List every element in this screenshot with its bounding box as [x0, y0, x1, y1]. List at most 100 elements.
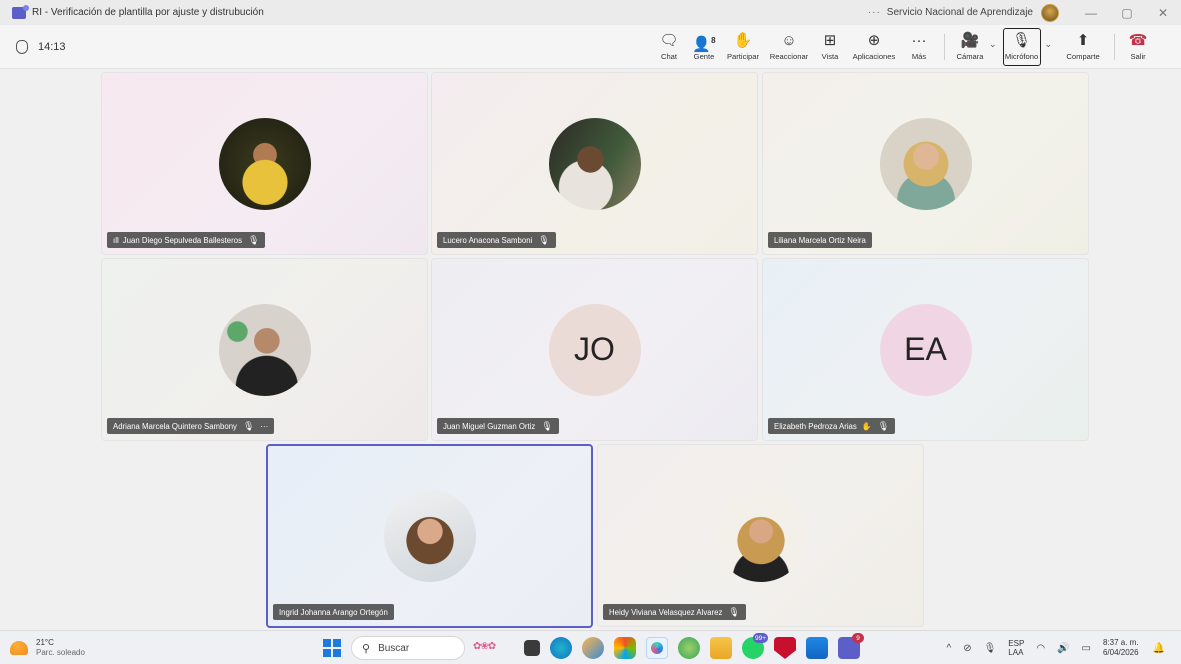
xbox-icon[interactable] — [678, 637, 700, 659]
people-button[interactable]: 👤8 Gente — [686, 25, 722, 69]
toolbar-divider — [944, 34, 945, 60]
taskbar-search[interactable]: ⚲ Buscar — [351, 636, 465, 660]
browser-icon[interactable] — [582, 637, 604, 659]
meeting-timer: 14:13 — [16, 39, 66, 54]
start-button[interactable] — [323, 639, 341, 657]
react-button[interactable]: ☺ Reaccionar — [764, 25, 814, 69]
profile-avatar[interactable] — [1041, 3, 1059, 22]
copilot-icon[interactable] — [646, 637, 668, 659]
mic-muted-icon: 🎙 — [728, 606, 740, 617]
mcafee-icon[interactable] — [774, 637, 796, 659]
share-button[interactable]: ⬆ Comparte — [1060, 25, 1106, 69]
participant-tile[interactable]: ıll Juan Diego Sepulveda Ballesteros 🎙 — [101, 72, 428, 255]
more-button[interactable]: ··· Más — [902, 25, 936, 69]
chat-button[interactable]: 🗨 Chat — [652, 25, 686, 69]
participant-nameplate: Elizabeth Pedroza Arias ✋ 🎙 — [768, 418, 896, 434]
weather-temp: 21°C — [36, 637, 54, 647]
file-explorer-icon[interactable] — [710, 637, 732, 659]
participant-name: Juan Diego Sepulveda Ballesteros — [122, 235, 242, 245]
chevron-up-icon[interactable]: ^ — [947, 643, 952, 654]
participant-tile[interactable]: Lucero Anacona Samboni 🎙 — [431, 72, 758, 255]
whatsapp-icon[interactable]: 99+ — [742, 633, 768, 659]
participant-avatar — [218, 117, 311, 210]
participant-tile-active-speaker[interactable]: Ingrid Johanna Arango Ortegón — [266, 444, 593, 628]
wifi-icon[interactable]: ◠ — [1036, 643, 1045, 654]
participant-tile[interactable]: Heidy Viviana Velasquez Alvarez 🎙 — [597, 444, 924, 627]
teams-badge: 9 — [852, 633, 864, 643]
participant-name: Adriana Marcela Quintero Sambony — [113, 421, 237, 431]
participant-nameplate: Lucero Anacona Samboni 🎙 — [437, 232, 556, 248]
task-view-icon[interactable] — [524, 640, 540, 656]
participant-nameplate: Adriana Marcela Quintero Sambony 🎙 ··· — [107, 418, 275, 434]
hang-up-icon: ☎ — [1128, 32, 1148, 49]
timer-text: 14:13 — [38, 40, 66, 53]
mic-muted-icon: 🎙 — [541, 420, 553, 431]
window-title: RI - Verificación de plantilla por ajust… — [32, 7, 264, 18]
toolbar-divider — [1114, 34, 1116, 60]
participant-initials: EA — [879, 303, 972, 396]
participant-nameplate: Liliana Marcela Ortiz Neira — [768, 232, 872, 248]
restore-icon[interactable]: ▢ — [1109, 6, 1145, 20]
volume-icon[interactable]: 🔊 — [1057, 643, 1069, 654]
participant-name: Lucero Anacona Samboni — [443, 235, 533, 245]
participant-name: Ingrid Johanna Arango Ortegón — [279, 607, 388, 617]
participant-tile[interactable]: JO Juan Miguel Guzman Ortiz 🎙 — [431, 258, 758, 441]
mic-muted-tray-icon[interactable]: 🎙 — [984, 643, 997, 654]
participant-nameplate: Heidy Viviana Velasquez Alvarez 🎙 — [603, 604, 746, 620]
search-placeholder: Buscar — [378, 642, 410, 654]
outlook-icon[interactable] — [806, 637, 828, 659]
search-highlight-icon: ✿❀✿ — [473, 641, 496, 652]
participant-tile[interactable]: Liliana Marcela Ortiz Neira — [762, 72, 1089, 255]
participant-nameplate: ıll Juan Diego Sepulveda Ballesteros 🎙 — [107, 232, 266, 248]
participant-name: Elizabeth Pedroza Arias — [774, 421, 857, 431]
participant-initials: JO — [548, 303, 641, 396]
weather-sun-icon — [10, 640, 28, 655]
raise-hand-button[interactable]: ✋ Participar — [722, 25, 764, 69]
weather-widget[interactable]: 21°C Parc. soleado — [10, 638, 85, 658]
participant-nameplate: Juan Miguel Guzman Ortiz 🎙 — [437, 418, 559, 434]
participant-avatar — [548, 117, 641, 210]
language-indicator[interactable]: ESP LAA — [1008, 639, 1024, 657]
notifications-icon[interactable]: 🔔 — [1153, 643, 1165, 654]
camera-button[interactable]: 🎥 Cámara — [953, 25, 987, 69]
mic-muted-icon: 🎙 — [538, 234, 550, 245]
battery-icon[interactable]: ▭ — [1082, 643, 1091, 654]
clock[interactable]: 8:37 a. m. 6/04/2026 — [1103, 638, 1139, 658]
participant-nameplate: Ingrid Johanna Arango Ortegón — [273, 604, 394, 620]
view-button[interactable]: ⊞ Vista — [814, 25, 846, 69]
people-icon: 👤8 — [692, 36, 716, 53]
title-bar: RI - Verificación de plantilla por ajust… — [0, 0, 1181, 25]
mic-muted-icon: 🎙 — [877, 420, 890, 431]
apps-button[interactable]: ⊕ Aplicaciones — [846, 25, 902, 69]
microphone-button[interactable]: 🎙 Micrófono — [1002, 28, 1041, 66]
windows-taskbar: 21°C Parc. soleado ⚲ Buscar ✿❀✿ 99+ 9 ^ — [0, 630, 1181, 664]
edge-icon[interactable] — [550, 637, 572, 659]
search-icon: ⚲ — [362, 642, 371, 655]
minimize-icon[interactable]: — — [1073, 6, 1109, 20]
teams-taskbar-icon[interactable]: 9 — [838, 633, 864, 659]
photos-icon[interactable] — [614, 637, 636, 659]
participant-tile[interactable]: Adriana Marcela Quintero Sambony 🎙 ··· — [101, 258, 428, 441]
camera-options-chevron-icon[interactable]: ⌄ — [989, 25, 997, 50]
mic-off-icon: 🎙 — [1012, 32, 1032, 49]
leave-button[interactable]: ☎ Salir — [1123, 25, 1153, 69]
raised-hand-icon: ✋ — [861, 421, 872, 431]
participant-avatar — [714, 489, 807, 582]
people-count: 8 — [711, 36, 716, 45]
camera-off-icon: 🎥 — [960, 32, 980, 49]
grid-icon: ⊞ — [823, 32, 837, 49]
add-app-icon: ⊕ — [867, 32, 881, 49]
camera-off-icon[interactable]: ⊘ — [963, 643, 971, 654]
close-icon[interactable]: ✕ — [1145, 6, 1181, 20]
share-icon: ⬆ — [1076, 32, 1090, 49]
mic-options-chevron-icon[interactable]: ⌄ — [1045, 25, 1053, 50]
more-options-icon[interactable]: ··· — [868, 7, 881, 18]
mic-muted-icon: 🎙 — [242, 420, 255, 431]
raise-hand-icon: ✋ — [733, 32, 753, 49]
signal-icon: ıll — [113, 235, 119, 245]
more-options-icon[interactable]: ··· — [260, 422, 268, 431]
participant-tile[interactable]: EA Elizabeth Pedroza Arias ✋ 🎙 — [762, 258, 1089, 441]
chat-icon: 🗨 — [659, 32, 679, 49]
organization-name[interactable]: Servicio Nacional de Aprendizaje — [887, 7, 1033, 18]
mic-muted-icon: 🎙 — [247, 234, 260, 245]
